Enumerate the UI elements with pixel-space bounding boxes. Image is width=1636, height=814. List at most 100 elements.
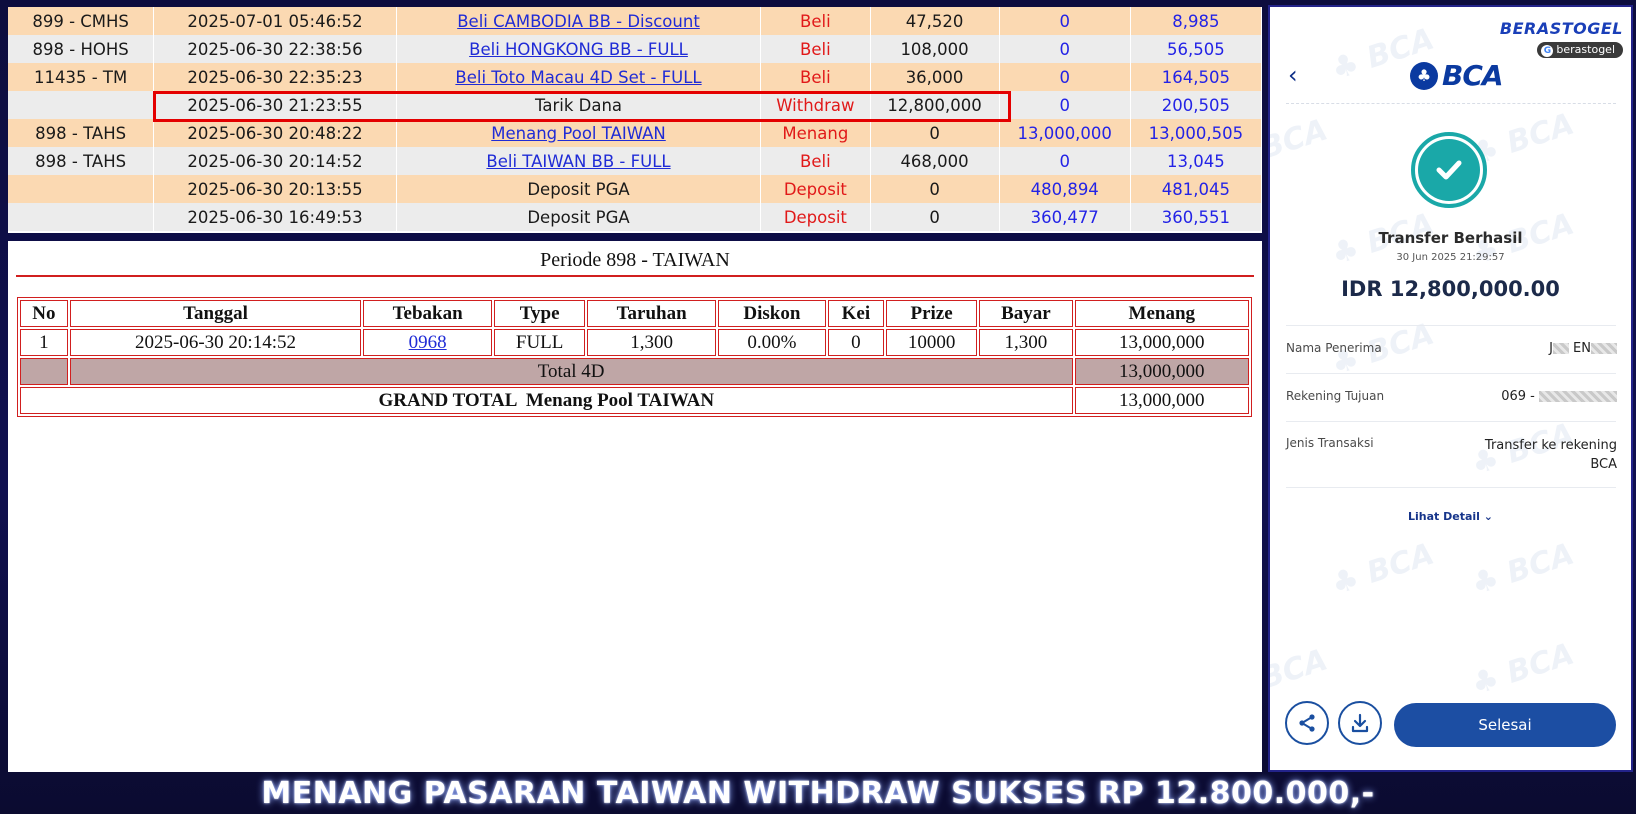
- masked-text: [1539, 391, 1617, 402]
- result-bayar: 1,300: [979, 329, 1073, 356]
- grand-total-value: 13,000,000: [1074, 387, 1249, 414]
- transaction-description-link[interactable]: Beli HONGKONG BB - FULL: [396, 35, 762, 63]
- result-taruhan: 1,300: [587, 329, 716, 356]
- transaction-date: 2025-06-30 21:23:55: [153, 91, 397, 119]
- result-panel: Periode 898 - TAIWAN No Tanggal Tebakan Typ…: [8, 241, 1262, 772]
- total-row: Total 4D 13,000,000: [20, 358, 1249, 385]
- transaction-balance: 13,000,505: [1130, 119, 1262, 147]
- column-header: Taruhan: [587, 300, 716, 327]
- chevron-left-icon[interactable]: ‹: [1288, 61, 1298, 89]
- row-divider: [1286, 325, 1616, 326]
- transaction-code: [8, 91, 155, 119]
- row-divider: [1286, 487, 1616, 488]
- transaction-description-link[interactable]: Beli CAMBODIA BB - Discount: [396, 7, 762, 35]
- header-divider: [1286, 103, 1616, 104]
- download-icon: [1351, 713, 1369, 733]
- transaction-code: 898 - TAHS: [8, 119, 155, 147]
- destination-account-label: Rekening Tujuan: [1286, 389, 1385, 403]
- transaction-type: Beli: [760, 35, 871, 63]
- account-prefix: 069 -: [1501, 389, 1539, 404]
- view-detail-link[interactable]: Lihat Detail ⌄: [1270, 510, 1631, 523]
- transfer-datetime: 30 Jun 2025 21:29:57: [1396, 252, 1505, 263]
- row-divider: [1286, 373, 1616, 374]
- transaction-row: 2025-06-30 20:13:55 Deposit PGA Deposit 0 48…: [8, 175, 1262, 203]
- recipient-name-label: Nama Penerima: [1286, 341, 1382, 355]
- transaction-debit: 0: [870, 203, 1000, 231]
- bca-receipt-screen: ♣ BCA ♣ BCA BCA ♣ BCA ♣ BCA ♣ BCA ♣ BCA …: [1268, 5, 1633, 772]
- recipient-name-value: J EN: [1549, 341, 1617, 356]
- transaction-type-label: Jenis Transaksi: [1286, 436, 1374, 450]
- result-menang: 13,000,000: [1074, 329, 1249, 356]
- transaction-debit: 468,000: [870, 147, 1000, 175]
- result-diskon: 0.00%: [717, 329, 826, 356]
- berastogel-logo-text: BERASTOGEL: [1499, 19, 1623, 38]
- bca-watermark: ♣ BCA: [1327, 536, 1439, 603]
- transaction-credit: 0: [999, 147, 1131, 175]
- transaction-type-line1: Transfer ke rekening: [1484, 438, 1617, 453]
- result-tanggal: 2025-06-30 20:14:52: [69, 329, 362, 356]
- transaction-code: [8, 203, 155, 231]
- transaction-description: Deposit PGA: [396, 175, 762, 203]
- transaction-type-line2: BCA: [1590, 457, 1617, 472]
- google-icon: G: [1541, 45, 1554, 57]
- transaction-code: 898 - HOHS: [8, 35, 155, 63]
- result-no: 1: [20, 329, 68, 356]
- transaction-credit: 360,477: [999, 203, 1131, 231]
- transaction-row: 11435 - TM 2025-06-30 22:35:23 Beli Toto M…: [8, 63, 1262, 91]
- transaction-credit: 0: [999, 35, 1131, 63]
- masked-text: [1591, 343, 1617, 354]
- bca-logo: ♣ BCA: [1410, 59, 1504, 92]
- title-divider: [16, 275, 1254, 277]
- transaction-description-link[interactable]: Beli TAIWAN BB - FULL: [396, 147, 762, 175]
- grand-total-row: GRAND TOTAL Menang Pool TAIWAN 13,000,00…: [20, 387, 1249, 414]
- result-header-row: No Tanggal Tebakan Type Taruhan Diskon Kei Priz…: [20, 300, 1249, 327]
- transaction-date: 2025-06-30 20:48:22: [153, 119, 397, 147]
- share-button[interactable]: [1285, 701, 1329, 745]
- transaction-type: Deposit: [760, 175, 871, 203]
- transfer-status: Transfer Berhasil: [1378, 229, 1523, 247]
- row-divider: [1286, 421, 1616, 422]
- total-spacer-cell: [20, 358, 68, 385]
- transaction-debit: 36,000: [870, 63, 1000, 91]
- transaction-type: Menang: [760, 119, 871, 147]
- result-tebakan[interactable]: 0968: [363, 329, 492, 356]
- transaction-debit: 12,800,000: [870, 91, 1000, 119]
- transaction-date: 2025-06-30 16:49:53: [153, 203, 397, 231]
- transaction-row: 898 - TAHS 2025-06-30 20:48:22 Menang Pool…: [8, 119, 1262, 147]
- column-header: Bayar: [979, 300, 1073, 327]
- transaction-balance: 200,505: [1130, 91, 1262, 119]
- transaction-description-link[interactable]: Menang Pool TAIWAN: [396, 119, 762, 147]
- view-detail-label: Lihat Detail: [1408, 510, 1480, 523]
- transfer-amount: IDR 12,800,000.00: [1341, 277, 1560, 301]
- column-header: No: [20, 300, 68, 327]
- result-row: 1 2025-06-30 20:14:52 0968 FULL 1,300 0.00% 0 1…: [20, 329, 1249, 356]
- transaction-row: 2025-06-30 21:23:55 Tarik Dana Withdraw 12,…: [8, 91, 1262, 119]
- transaction-description-link[interactable]: Beli Toto Macau 4D Set - FULL: [396, 63, 762, 91]
- transaction-date: 2025-06-30 20:14:52: [153, 147, 397, 175]
- transaction-row: 899 - CMHS 2025-07-01 05:46:52 Beli CAMBOD…: [8, 7, 1262, 35]
- transaction-table: 899 - CMHS 2025-07-01 05:46:52 Beli CAMBOD…: [8, 7, 1262, 231]
- transaction-description: Deposit PGA: [396, 203, 762, 231]
- grand-total-label: GRAND TOTAL Menang Pool TAIWAN: [20, 387, 1073, 414]
- result-table: No Tanggal Tebakan Type Taruhan Diskon Kei Priz…: [17, 297, 1252, 417]
- done-button[interactable]: Selesai: [1394, 703, 1616, 747]
- column-header: Tebakan: [363, 300, 492, 327]
- transaction-description: Tarik Dana: [396, 91, 762, 119]
- transaction-date: 2025-07-01 05:46:52: [153, 7, 397, 35]
- transaction-debit: 108,000: [870, 35, 1000, 63]
- berastogel-tag: Gberastogel: [1537, 42, 1623, 58]
- transaction-date: 2025-06-30 22:38:56: [153, 35, 397, 63]
- transaction-type: Beli: [760, 147, 871, 175]
- transaction-balance: 56,505: [1130, 35, 1262, 63]
- column-header: Diskon: [717, 300, 826, 327]
- transaction-credit: 0: [999, 7, 1131, 35]
- transaction-type: Beli: [760, 7, 871, 35]
- download-button[interactable]: [1338, 701, 1382, 745]
- total-value: 13,000,000: [1074, 358, 1249, 385]
- bca-watermark: BCA: [1268, 642, 1332, 697]
- check-icon: [1411, 132, 1487, 208]
- transaction-row: 2025-06-30 16:49:53 Deposit PGA Deposit 0 36…: [8, 203, 1262, 231]
- transaction-row: 898 - HOHS 2025-06-30 22:38:56 Beli HONGKO…: [8, 35, 1262, 63]
- column-header: Kei: [827, 300, 884, 327]
- transaction-date: 2025-06-30 20:13:55: [153, 175, 397, 203]
